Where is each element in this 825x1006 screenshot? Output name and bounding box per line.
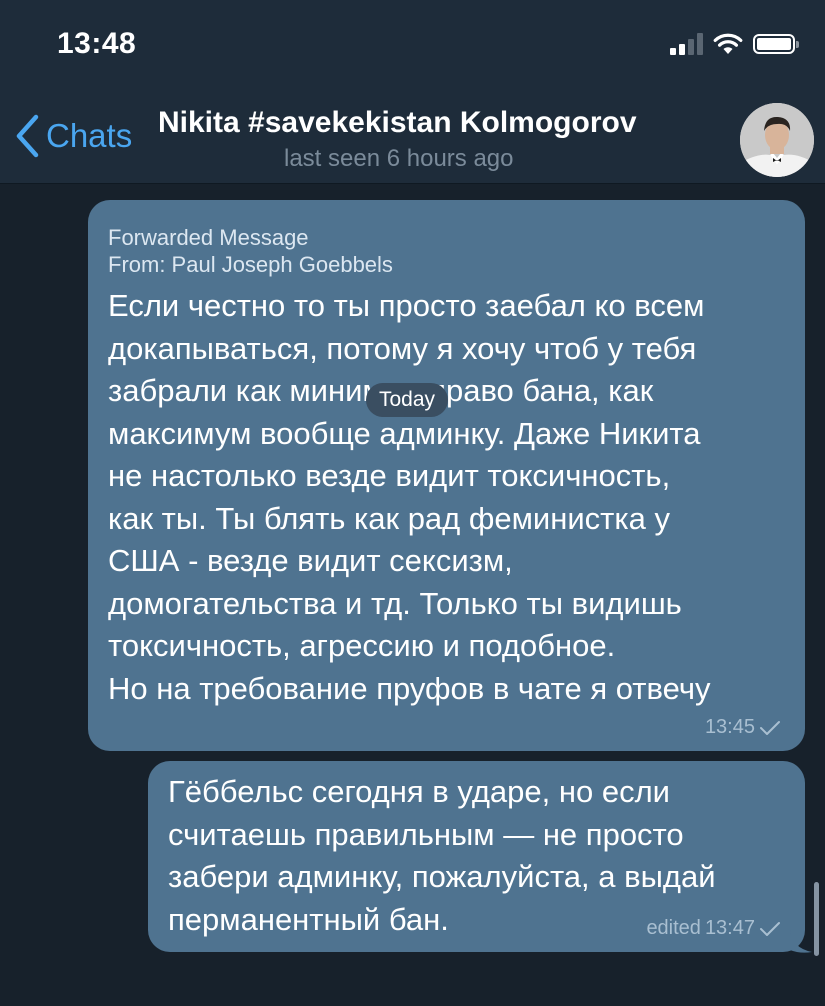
scrollbar[interactable] [814,882,819,956]
check-icon [760,720,780,735]
back-label: Chats [46,117,133,154]
chat-title[interactable]: Nikita #savekekistan Kolmogorov [158,106,637,140]
message-meta: edited 13:47 [646,917,781,940]
chat-header: 13:48 Chats Nikita #savekekistan Kolmogo… [0,0,825,184]
message-bubble-forwarded[interactable]: Forwarded Message From: Paul Joseph Goeb… [88,200,805,751]
message-time: 13:47 [704,917,755,939]
date-separator: Today [366,383,449,417]
message-list[interactable]: Forwarded Message From: Paul Joseph Goeb… [0,184,825,1006]
avatar[interactable] [740,103,814,177]
edited-label: edited [646,917,701,939]
message-time: 13:45 [704,716,755,738]
message-text: Если честно то ты просто заебал ко всем … [108,288,711,706]
message-meta: 13:45 [705,716,781,739]
forwarded-from[interactable]: From: Paul Joseph Goebbels [108,251,785,278]
message-bubble-outgoing[interactable]: Гёббельс сегодня в ударе, но если считае… [148,761,805,952]
back-button[interactable]: Chats [14,113,132,159]
wifi-icon [713,33,743,54]
last-seen-status: last seen 6 hours ago [284,145,514,172]
status-icons [670,33,799,55]
avatar-photo [740,103,814,177]
forwarded-label: Forwarded Message [108,225,309,250]
chevron-left-icon [16,114,39,158]
battery-icon [753,34,799,54]
status-time: 13:48 [57,27,137,60]
check-icon [760,921,780,936]
signal-icon [670,33,703,55]
message-text: Гёббельс сегодня в ударе, но если считае… [168,774,716,937]
